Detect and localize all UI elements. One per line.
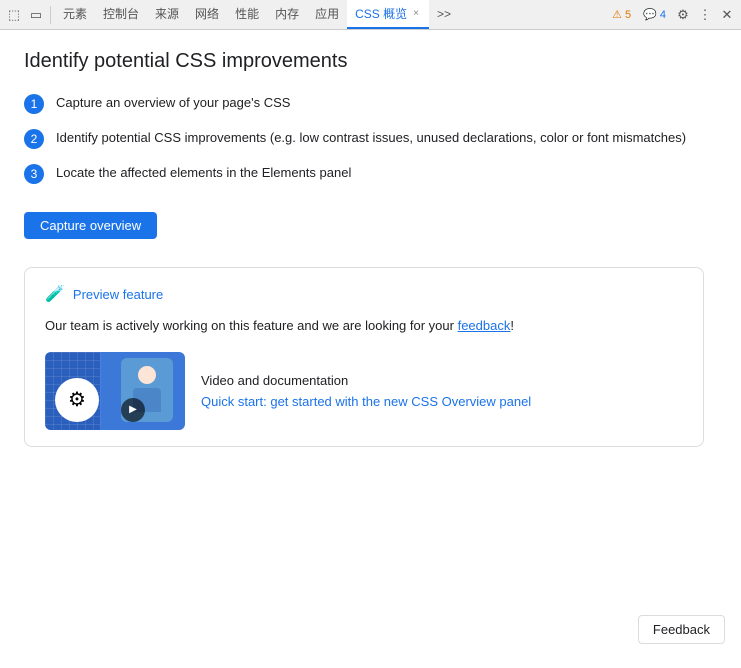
preview-header: 🧪 Preview feature <box>45 284 683 304</box>
feedback-button[interactable]: Feedback <box>638 615 725 644</box>
tab-bar: 元素 控制台 来源 网络 性能 内存 应用 CSS 概览 × >> <box>55 0 605 29</box>
main-content: Identify potential CSS improvements 1 Ca… <box>0 30 741 668</box>
video-thumbnail: ⚙ ▶ <box>45 352 185 430</box>
step-item-1: 1 Capture an overview of your page's CSS <box>24 93 717 114</box>
step-item-2: 2 Identify potential CSS improvements (e… <box>24 128 717 149</box>
step-text-1: Capture an overview of your page's CSS <box>56 93 290 113</box>
video-info: Video and documentation Quick start: get… <box>201 373 531 409</box>
tab-css-overview[interactable]: CSS 概览 × <box>347 0 429 29</box>
message-icon: 💬 <box>643 8 657 21</box>
step-item-3: 3 Locate the affected elements in the El… <box>24 163 717 184</box>
video-label: Video and documentation <box>201 373 531 388</box>
preview-description: Our team is actively working on this fea… <box>45 316 683 336</box>
message-badge[interactable]: 💬 4 <box>638 5 671 25</box>
chrome-icon-thumb: ⚙ <box>55 378 99 422</box>
step-text-2: Identify potential CSS improvements (e.g… <box>56 128 686 148</box>
video-section: ⚙ ▶ Video and documentation Quick start:… <box>45 352 683 430</box>
warning-badge[interactable]: ⚠ 5 <box>607 5 636 25</box>
tab-console[interactable]: 控制台 <box>95 0 147 29</box>
toolbar-divider <box>50 6 51 24</box>
flask-icon: 🧪 <box>45 284 65 304</box>
preview-label: Preview feature <box>73 287 163 302</box>
step-number-1: 1 <box>24 94 44 114</box>
feedback-link[interactable]: feedback <box>458 318 511 333</box>
settings-icon[interactable]: ⚙ <box>673 5 693 25</box>
warning-icon: ⚠ <box>612 8 622 21</box>
preview-feature-card: 🧪 Preview feature Our team is actively w… <box>24 267 704 447</box>
tab-elements[interactable]: 元素 <box>55 0 95 29</box>
capture-overview-button[interactable]: Capture overview <box>24 212 157 239</box>
page-title: Identify potential CSS improvements <box>24 50 717 73</box>
preview-text-before: Our team is actively working on this fea… <box>45 318 458 333</box>
more-options-icon[interactable]: ⋮ <box>695 5 715 25</box>
step-text-3: Locate the affected elements in the Elem… <box>56 163 351 183</box>
tab-network[interactable]: 网络 <box>187 0 227 29</box>
play-button-icon[interactable]: ▶ <box>121 398 145 422</box>
tab-memory[interactable]: 内存 <box>267 0 307 29</box>
device-icon[interactable]: ▭ <box>26 5 46 25</box>
inspect-icon[interactable]: ⬚ <box>4 5 24 25</box>
toolbar-right: ⚠ 5 💬 4 ⚙ ⋮ ✕ <box>607 5 737 25</box>
steps-list: 1 Capture an overview of your page's CSS… <box>24 93 717 184</box>
close-devtools-icon[interactable]: ✕ <box>717 5 737 25</box>
quick-start-link[interactable]: Quick start: get started with the new CS… <box>201 394 531 409</box>
devtools-toolbar: ⬚ ▭ 元素 控制台 来源 网络 性能 内存 应用 CSS 概览 × >> <box>0 0 741 30</box>
tab-performance[interactable]: 性能 <box>227 0 267 29</box>
preview-text-after: ! <box>510 318 514 333</box>
close-tab-icon[interactable]: × <box>411 7 421 20</box>
person-head <box>138 366 156 384</box>
tab-more[interactable]: >> <box>429 0 459 29</box>
step-number-2: 2 <box>24 129 44 149</box>
step-number-3: 3 <box>24 164 44 184</box>
tab-application[interactable]: 应用 <box>307 0 347 29</box>
tab-sources[interactable]: 来源 <box>147 0 187 29</box>
